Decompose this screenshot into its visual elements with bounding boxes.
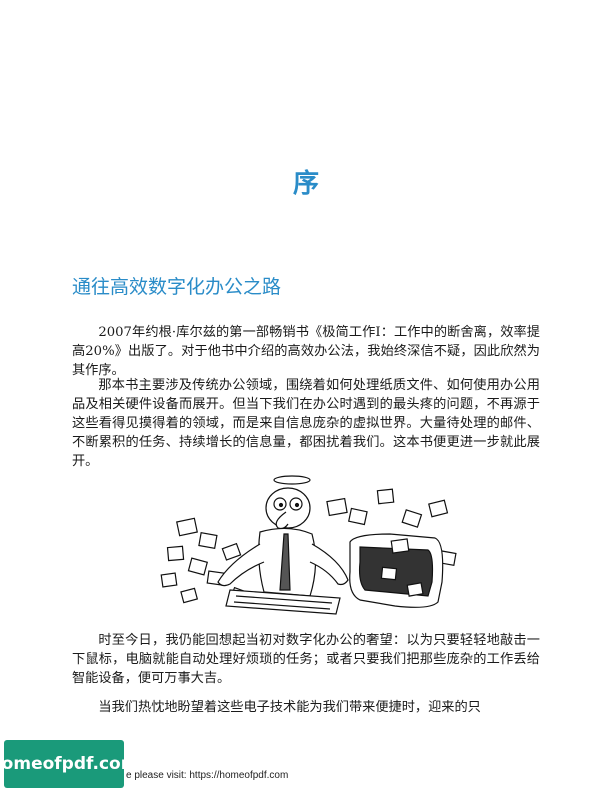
cartoon-illustration xyxy=(160,475,457,615)
paragraph-1: 2007年约根·库尔兹的第一部畅销书《极简工作Ⅰ：工作中的断舍离，效率提高20%… xyxy=(72,325,540,378)
footer-note: e please visit: https://homeofpdf.com xyxy=(126,770,289,781)
section-title: 通往高效数字化办公之路 xyxy=(72,275,282,298)
chapter-title: 序 xyxy=(292,169,319,200)
paragraph-2: 那本书主要涉及传统办公领域，围绕着如何处理纸质文件、如何使用办公用品及相关硬件设… xyxy=(72,378,540,469)
site-watermark-logo[interactable]: homeofpdf.com xyxy=(0,740,138,788)
paragraph-3: 时至今日，我仍能回想起当初对数字化办公的奢望：以为只要轻轻地敲击一下鼠标，电脑就… xyxy=(72,633,540,686)
paragraph-4: 当我们热忱地盼望着这些电子技术能为我们带来便捷时，迎来的只 xyxy=(98,700,481,715)
